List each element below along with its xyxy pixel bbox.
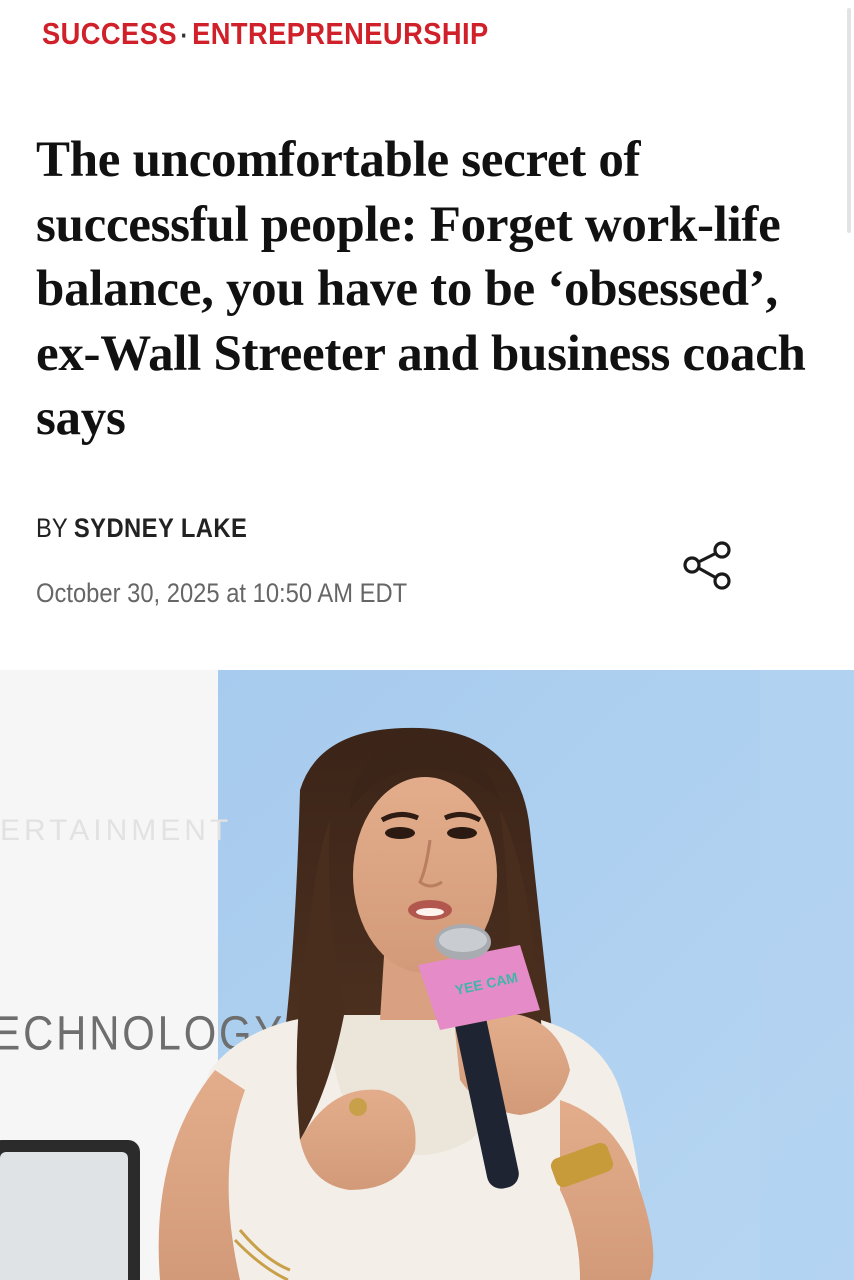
- article-hero-image: ERTAINMENT ECHNOLOGY YEE CAM: [0, 670, 854, 1280]
- author-link[interactable]: SYDNEY LAKE: [74, 513, 247, 543]
- article-headline: The uncomfortable secret of successful p…: [36, 132, 806, 446]
- breadcrumb: SUCCESS · ENTREPRENEURSHIP: [42, 16, 489, 52]
- breadcrumb-section-link[interactable]: SUCCESS: [42, 16, 177, 52]
- byline-prefix: BY: [36, 513, 68, 543]
- scrollbar-thumb[interactable]: [847, 8, 851, 233]
- share-icon: [683, 541, 731, 590]
- breadcrumb-subsection-link[interactable]: ENTREPRENEURSHIP: [192, 16, 489, 52]
- svg-text:ERTAINMENT: ERTAINMENT: [0, 814, 232, 847]
- share-button[interactable]: [676, 536, 736, 596]
- byline: BY SYDNEY LAKE: [36, 513, 247, 544]
- scrollbar[interactable]: [844, 0, 854, 240]
- breadcrumb-separator: ·: [180, 20, 189, 50]
- publish-date: October 30, 2025 at 10:50 AM EDT: [36, 578, 408, 608]
